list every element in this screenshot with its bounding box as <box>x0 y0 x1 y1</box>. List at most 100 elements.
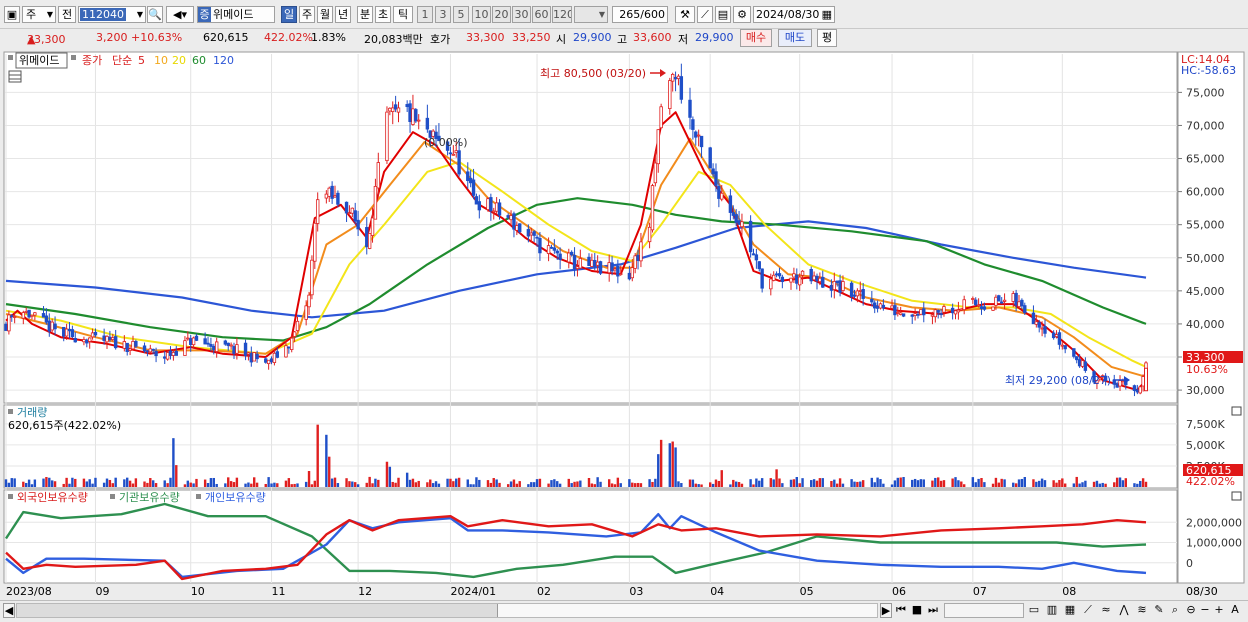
fibonacci-icon[interactable]: ⋀ <box>1116 603 1132 618</box>
save-icon[interactable]: ▤ <box>715 6 731 23</box>
volume-bar <box>232 482 236 487</box>
legend-stock-name: 위메이드 <box>19 54 59 67</box>
stock-code-input[interactable]: 112040 ▼ <box>78 6 146 23</box>
volume-bar <box>506 484 510 487</box>
candle-body <box>610 262 614 272</box>
volume-bar <box>801 478 804 487</box>
volume-bar <box>896 477 899 487</box>
speaker-icon[interactable]: ◀▾ <box>166 6 194 23</box>
period-select[interactable]: 주 ▼ <box>22 6 56 23</box>
interval-month[interactable]: 월 <box>317 6 333 23</box>
volume-bar <box>276 483 279 487</box>
volume-bar <box>668 443 671 487</box>
candle-body <box>451 153 456 156</box>
volume-bar <box>1035 481 1038 487</box>
interval-day[interactable]: 일 <box>281 6 297 23</box>
window-icon[interactable]: ▣ <box>4 6 20 23</box>
candle-body <box>616 266 620 277</box>
volume-bar <box>957 480 960 487</box>
volume-bar <box>812 479 816 487</box>
stop-icon[interactable]: ■ <box>910 603 924 618</box>
sell-button[interactable]: 매도 <box>778 29 812 47</box>
buy-button[interactable]: 매수 <box>740 29 772 47</box>
volume-bar <box>411 478 415 487</box>
scroll-left-icon[interactable]: ◀ <box>3 603 15 618</box>
number-1[interactable]: 1 <box>417 6 433 23</box>
step-forward-icon[interactable]: ⏭ <box>926 603 940 618</box>
zoom-out-icon[interactable]: − <box>1199 603 1211 618</box>
volume-bar <box>313 480 317 487</box>
candle-body <box>102 335 106 341</box>
candle-body <box>777 273 782 277</box>
horizontal-line-icon[interactable]: ≈ <box>1098 603 1114 618</box>
number-10[interactable]: 10 <box>472 6 491 23</box>
volume-bar <box>48 477 51 487</box>
volume-axis-label: 7,500K <box>1186 418 1225 431</box>
text-tool-icon[interactable]: A <box>1228 603 1242 618</box>
candle-body <box>203 338 207 345</box>
zoom-in-icon[interactable]: + <box>1213 603 1225 618</box>
stock-chart[interactable]: 7,500K5,000K2,500K 2,000,0001,000,0000 위… <box>0 50 1248 600</box>
number-120[interactable]: 120 <box>552 6 572 23</box>
table-icon[interactable] <box>8 70 22 83</box>
candle-body <box>4 323 8 331</box>
volume-bar <box>253 477 256 487</box>
volume-bar <box>374 478 377 487</box>
candle-body <box>1023 305 1027 314</box>
zoom-slider[interactable] <box>944 603 1024 618</box>
pane-close-icon[interactable] <box>1231 491 1242 501</box>
candle-body <box>292 331 297 337</box>
minus-tool-icon[interactable]: ⊖ <box>1184 603 1198 618</box>
layout-split-icon[interactable]: ▥ <box>1044 603 1060 618</box>
interval-year[interactable]: 년 <box>335 6 351 23</box>
scroll-right-icon[interactable]: ▶ <box>880 603 892 618</box>
pattern-icon[interactable]: ≋ <box>1134 603 1150 618</box>
horizontal-scrollbar[interactable] <box>16 603 878 618</box>
interval-minute[interactable]: 분 <box>357 6 373 23</box>
volume-bar <box>951 478 954 487</box>
mode-button[interactable]: 전 <box>58 6 76 23</box>
chart-tools-icon[interactable]: ⚒ <box>675 6 695 23</box>
up-triangle-icon: ▲ <box>27 33 36 46</box>
volume-bar <box>1121 480 1125 487</box>
candle-body <box>370 217 375 236</box>
volume-bar <box>899 477 902 487</box>
custom-number-select[interactable]: ▼ <box>574 6 608 23</box>
interval-week[interactable]: 주 <box>299 6 315 23</box>
eval-button[interactable]: 평 <box>817 29 837 47</box>
volume-bar <box>954 477 957 487</box>
volume-bar <box>547 483 550 487</box>
draw-icon[interactable]: ✎ <box>1152 603 1166 618</box>
candle-body <box>607 262 611 274</box>
candle-body <box>841 281 845 292</box>
number-3[interactable]: 3 <box>435 6 451 23</box>
grid-layout-icon[interactable]: ▦ <box>1062 603 1078 618</box>
number-5[interactable]: 5 <box>453 6 469 23</box>
trend-line-icon[interactable]: ⟋ <box>1080 603 1096 618</box>
candle-body <box>344 201 349 214</box>
volume-bar <box>293 483 296 487</box>
volume-bar <box>30 484 34 487</box>
volume-bar <box>691 479 695 487</box>
search-chart-icon[interactable]: ⌕ <box>1168 603 1182 618</box>
pane-close-icon[interactable] <box>1231 406 1242 416</box>
number-30[interactable]: 30 <box>512 6 531 23</box>
draw-line-icon[interactable]: ⟋ <box>697 6 713 23</box>
stock-name-field[interactable]: 증 위메이드 <box>197 6 275 23</box>
number-60[interactable]: 60 <box>532 6 551 23</box>
layout-icon[interactable]: ▭ <box>1026 603 1042 618</box>
scroll-thumb[interactable] <box>17 604 498 617</box>
date-field[interactable]: 2024/08/30 ▦ <box>753 6 835 23</box>
search-icon[interactable]: 🔍 <box>147 6 163 23</box>
step-back-icon[interactable]: ⏮ <box>894 603 908 618</box>
x-axis-label: 09 <box>95 585 109 598</box>
stock-type-icon: 증 <box>198 7 211 22</box>
volume-bar <box>1075 476 1078 487</box>
interval-second[interactable]: 초 <box>375 6 391 23</box>
candle-body <box>255 353 259 360</box>
candle-body <box>800 270 805 276</box>
interval-tick[interactable]: 틱 <box>393 6 413 23</box>
gear-icon[interactable]: ⚙ <box>733 6 751 23</box>
number-20[interactable]: 20 <box>492 6 511 23</box>
data-count-field[interactable]: 265/600 <box>612 6 668 23</box>
